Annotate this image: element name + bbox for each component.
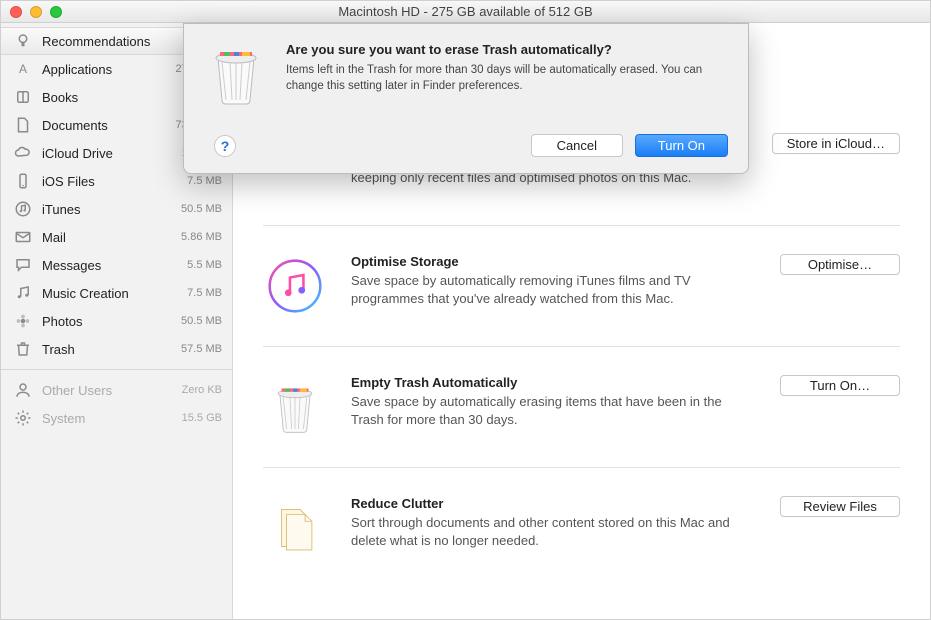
dialog-backdrop: Are you sure you want to erase Trash aut… <box>1 1 930 619</box>
trash-large-icon <box>204 42 268 106</box>
confirm-erase-trash-dialog: Are you sure you want to erase Trash aut… <box>183 23 749 174</box>
turn-on-button[interactable]: Turn On <box>635 134 728 157</box>
dialog-body: Items left in the Trash for more than 30… <box>286 63 728 94</box>
dialog-title: Are you sure you want to erase Trash aut… <box>286 42 728 57</box>
storage-management-window: Macintosh HD - 275 GB available of 512 G… <box>0 0 931 620</box>
cancel-button[interactable]: Cancel <box>531 134 623 157</box>
help-button[interactable]: ? <box>214 135 236 157</box>
